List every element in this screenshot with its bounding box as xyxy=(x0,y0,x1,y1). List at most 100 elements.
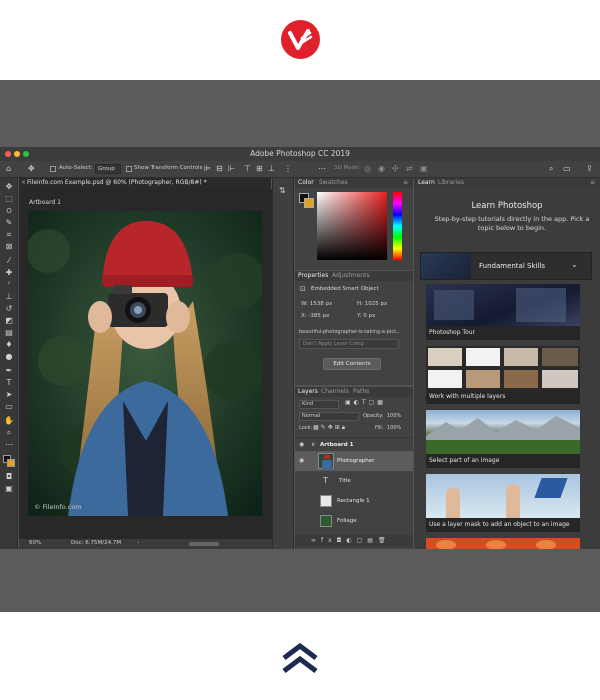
crop-tool-icon[interactable]: ⌗ xyxy=(3,229,15,240)
align-left-icon[interactable]: ⊫ xyxy=(204,164,211,174)
hand-tool-icon[interactable]: ✋ xyxy=(3,415,15,426)
align-center-icon[interactable]: ⊟ xyxy=(216,164,223,174)
status-chevron-icon[interactable]: › xyxy=(137,540,139,546)
healing-brush-tool-icon[interactable]: ✚ xyxy=(3,267,15,278)
home-icon[interactable]: ⌂ xyxy=(6,164,11,174)
layer-actions-icons[interactable]: ∞fx◘◐▢▤🗑︎ xyxy=(311,537,391,544)
visibility-eye-icon[interactable]: ◉ xyxy=(299,441,304,448)
layer-row-rectangle[interactable]: Rectangle 1 xyxy=(295,491,413,511)
artboard-photo[interactable]: © FileInfo.com xyxy=(28,211,262,516)
layer-row-photographer[interactable]: ◉ Photographer xyxy=(295,451,413,471)
history-panel-icon[interactable]: ⇅ xyxy=(279,186,286,195)
tutorial-card-select-part[interactable]: Select part of an image xyxy=(426,410,580,468)
3d-scale-icon[interactable]: ▣ xyxy=(420,164,428,174)
opacity-value[interactable]: 100% xyxy=(387,413,401,419)
chevron-down-icon[interactable]: ∨ xyxy=(311,441,315,448)
edit-toolbar-icon[interactable]: ⋯ xyxy=(3,439,15,450)
3d-roll-icon[interactable]: ◉ xyxy=(378,164,385,174)
tab-color[interactable]: Color xyxy=(298,179,314,186)
fundamental-skills-dropdown[interactable]: Fundamental Skills ⌄ xyxy=(420,252,592,280)
history-brush-tool-icon[interactable]: ↺ xyxy=(3,303,15,314)
background-color-swatch[interactable] xyxy=(7,459,15,467)
scroll-to-top-icon[interactable] xyxy=(282,640,318,678)
distribute-icon[interactable]: ⋮ xyxy=(284,164,292,174)
zoom-level[interactable]: 60% xyxy=(29,540,41,546)
type-tool-icon[interactable]: T xyxy=(3,377,15,388)
layer-filter-dropdown[interactable]: Kind xyxy=(299,400,339,409)
close-tab-icon[interactable]: × xyxy=(21,179,26,186)
opacity-label: Opacity: xyxy=(363,413,384,419)
3d-orbit-icon[interactable]: ◎ xyxy=(364,164,371,174)
auto-select-dropdown[interactable]: Group xyxy=(95,164,121,174)
layer-row-artboard[interactable]: ◉ ∨ Artboard 1 xyxy=(295,437,413,451)
quick-select-tool-icon[interactable]: ✎ xyxy=(3,217,15,228)
blend-mode-dropdown[interactable]: Normal xyxy=(299,412,359,421)
shape-tool-icon[interactable]: ▭ xyxy=(3,401,15,412)
tab-swatches[interactable]: Swatches xyxy=(319,179,348,186)
3d-pan-icon[interactable]: ✣ xyxy=(392,164,399,174)
tab-properties[interactable]: Properties xyxy=(298,272,328,279)
zoom-tool-icon[interactable]: ⌕ xyxy=(3,427,15,438)
marquee-tool-icon[interactable]: ⬚ xyxy=(3,193,15,204)
screen-mode-icon[interactable]: ▣ xyxy=(3,483,15,494)
brush-tool-icon[interactable]: ᐟ xyxy=(3,279,15,290)
background-color-chip[interactable] xyxy=(304,198,314,208)
tab-adjustments[interactable]: Adjustments xyxy=(332,272,370,279)
search-icon[interactable]: ⌕ xyxy=(549,164,553,174)
width-field[interactable]: W: 1538 px xyxy=(301,301,332,307)
clone-stamp-tool-icon[interactable]: ⊥ xyxy=(3,291,15,302)
document-tab[interactable]: × Fileinfo.com Example.psd @ 60% (Photog… xyxy=(19,178,271,189)
layer-row-foliage[interactable]: Foliage xyxy=(295,511,413,531)
transform-controls-checkbox[interactable] xyxy=(126,166,132,172)
layer-filter-icons[interactable]: ▣◐T▢▦ xyxy=(345,399,386,406)
path-selection-tool-icon[interactable]: ➤ xyxy=(3,389,15,400)
layer-row-title[interactable]: T Title xyxy=(295,471,413,491)
tools-panel: ✥ ⬚ ଠ ✎ ⌗ ⊠ ⁄ ✚ ᐟ ⊥ ↺ ◩ ▤ ♦ ● ✒ T ➤ ▭ ✋ … xyxy=(0,178,18,549)
y-field[interactable]: Y: 0 px xyxy=(357,313,375,319)
visibility-eye-icon[interactable]: ◉ xyxy=(299,457,304,464)
canvas-area[interactable]: Artboard 1 © FileInfo.com xyxy=(19,189,272,539)
align-right-icon[interactable]: ⊩ xyxy=(228,164,235,174)
align-bottom-icon[interactable]: ⊥ xyxy=(268,164,275,174)
frame-tool-icon[interactable]: ⊠ xyxy=(3,241,15,252)
dodge-tool-icon[interactable]: ● xyxy=(3,351,15,362)
blur-tool-icon[interactable]: ♦ xyxy=(3,339,15,350)
tutorial-card-photoshop-tour[interactable]: Photoshop Tour xyxy=(426,284,580,340)
tab-channels[interactable]: Channels xyxy=(321,388,349,395)
horizontal-scrollbar[interactable] xyxy=(189,542,219,546)
panel-menu-icon[interactable]: ≡ xyxy=(590,179,595,186)
lasso-tool-icon[interactable]: ଠ xyxy=(3,205,15,216)
workspace-icon[interactable]: ▭ xyxy=(563,164,571,174)
object-type: Embedded Smart Object xyxy=(311,286,379,292)
gradient-tool-icon[interactable]: ▤ xyxy=(3,327,15,338)
tab-learn[interactable]: Learn xyxy=(418,179,435,186)
move-tool-icon[interactable]: ✥ xyxy=(28,164,35,174)
more-options-icon[interactable]: ⋯ xyxy=(318,164,326,174)
layer-comp-dropdown[interactable]: Don't Apply Layer Comp xyxy=(299,339,399,349)
tutorial-card-multiple-layers[interactable]: Work with multiple layers xyxy=(426,346,580,404)
tab-paths[interactable]: Paths xyxy=(353,388,369,395)
tutorial-card-layer-mask[interactable]: Use a layer mask to add an object to an … xyxy=(426,474,580,532)
tutorial-card-partial[interactable] xyxy=(426,538,580,549)
x-field[interactable]: X: -385 px xyxy=(301,313,329,319)
color-picker-field[interactable] xyxy=(317,192,387,260)
pen-tool-icon[interactable]: ✒ xyxy=(3,365,15,376)
panel-menu-icon[interactable]: ≡ xyxy=(403,179,408,186)
quick-mask-icon[interactable]: ◘ xyxy=(3,471,15,482)
auto-select-checkbox[interactable] xyxy=(50,166,56,172)
eyedropper-tool-icon[interactable]: ⁄ xyxy=(3,255,15,266)
fill-value[interactable]: 100% xyxy=(387,425,401,431)
tab-layers[interactable]: Layers xyxy=(298,388,318,395)
eraser-tool-icon[interactable]: ◩ xyxy=(3,315,15,326)
height-field[interactable]: H: 1025 px xyxy=(357,301,387,307)
lock-icons[interactable]: ▦✎✥⊞🔒︎ xyxy=(313,424,347,432)
hue-slider[interactable] xyxy=(393,192,402,260)
move-tool-icon[interactable]: ✥ xyxy=(3,181,15,192)
align-top-icon[interactable]: ⊤ xyxy=(244,164,251,174)
linked-filename: beautiful-photographer-is-taking-a-pict.… xyxy=(299,329,401,335)
tab-libraries[interactable]: Libraries xyxy=(438,179,464,186)
align-middle-icon[interactable]: ⊞ xyxy=(256,164,263,174)
share-icon[interactable]: ⇪ xyxy=(586,164,593,174)
3d-slide-icon[interactable]: ⇄ xyxy=(406,164,413,174)
edit-contents-button[interactable]: Edit Contents xyxy=(323,358,381,370)
